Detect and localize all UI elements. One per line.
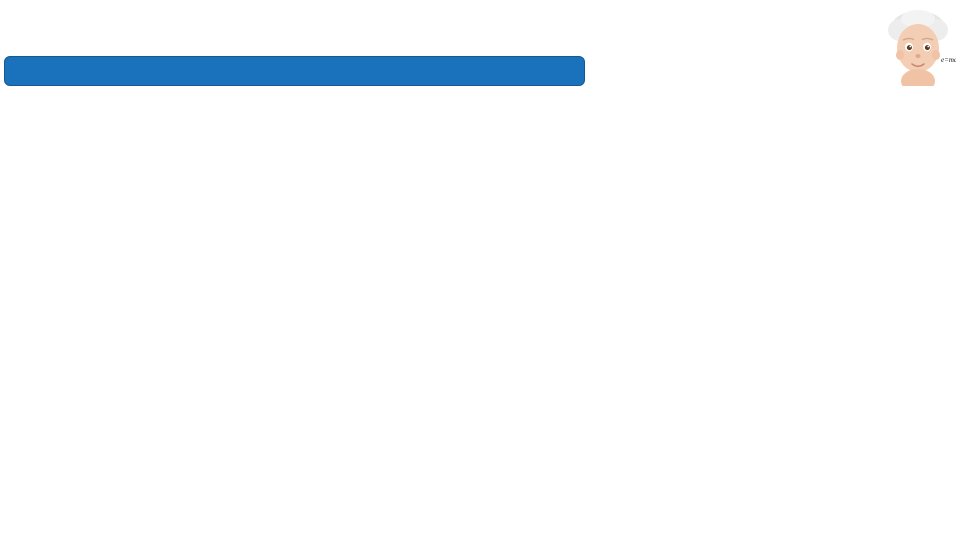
allergen-legend-strip xyxy=(0,0,620,52)
brand-block: e=mc xyxy=(616,2,956,88)
breakfast-banner xyxy=(4,56,585,86)
weekly-menu-grid xyxy=(0,93,960,540)
baby-photo: e=mc xyxy=(884,6,956,86)
svg-text:e=mc: e=mc xyxy=(941,56,956,64)
